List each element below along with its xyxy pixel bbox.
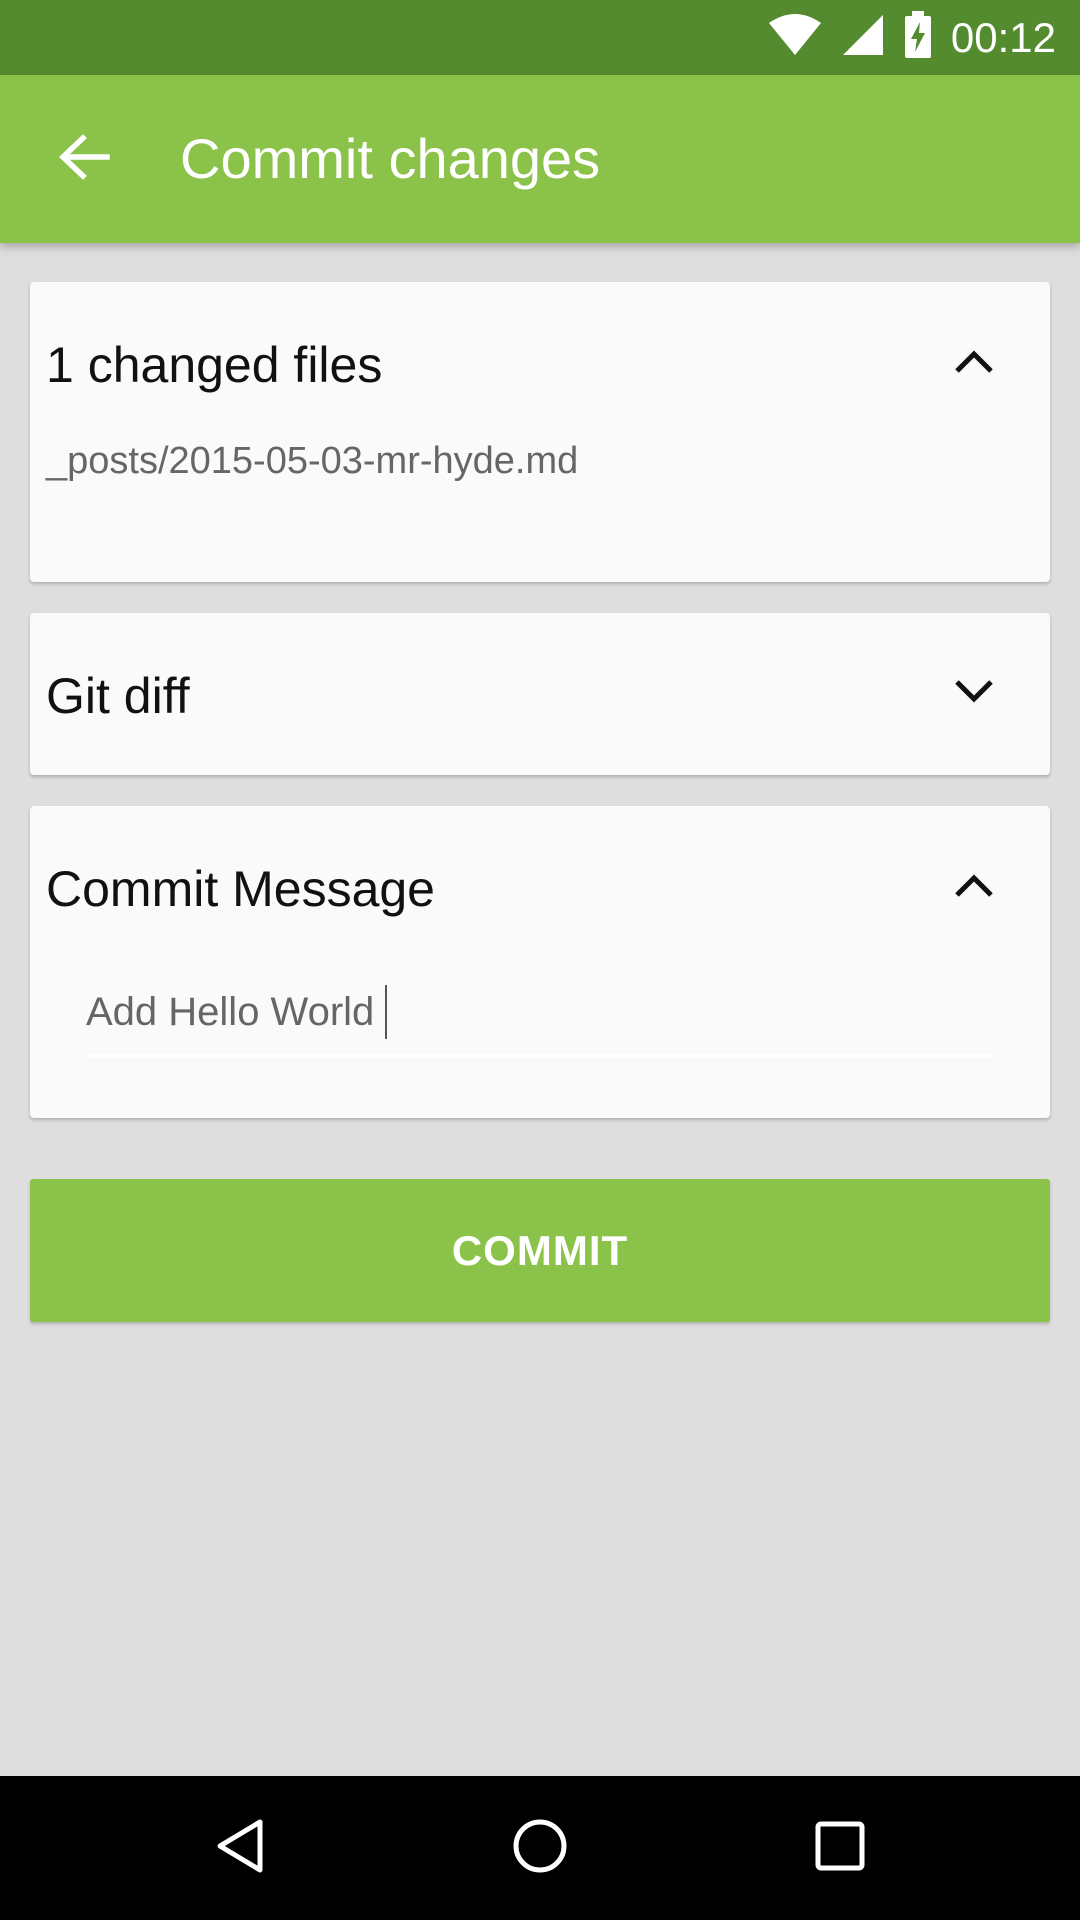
chevron-up-icon — [953, 347, 995, 380]
changed-files-toggle[interactable] — [938, 327, 1010, 399]
nav-recents-button[interactable] — [790, 1798, 890, 1898]
changed-files-card — [30, 282, 1050, 582]
changed-file-item[interactable]: _posts/2015-05-03-mr-hyde.md — [46, 440, 578, 483]
navigation-bar — [0, 1776, 1080, 1920]
git-diff-toggle[interactable] — [938, 658, 1010, 730]
wifi-icon — [767, 13, 823, 62]
changed-files-title: 1 changed files — [46, 337, 383, 393]
git-diff-title: Git diff — [46, 668, 190, 724]
nav-home-button[interactable] — [490, 1798, 590, 1898]
status-time: 00:12 — [950, 13, 1056, 61]
page-title: Commit changes — [180, 127, 601, 190]
back-button[interactable] — [42, 117, 126, 201]
arrow-back-icon — [57, 130, 111, 189]
signal-icon — [841, 13, 885, 62]
commit-message-title: Commit Message — [46, 861, 435, 917]
app-bar: Commit changes — [0, 75, 1080, 243]
status-bar: 00:12 — [0, 0, 1080, 75]
back-triangle-icon — [210, 1816, 270, 1881]
battery-charging-icon — [903, 11, 933, 64]
home-circle-icon — [510, 1816, 570, 1881]
commit-message-card — [30, 806, 1050, 1118]
commit-message-toggle[interactable] — [938, 851, 1010, 923]
text-cursor — [385, 985, 387, 1039]
commit-button[interactable]: COMMIT — [30, 1179, 1050, 1322]
chevron-down-icon — [953, 678, 995, 711]
recents-square-icon — [810, 1816, 870, 1881]
chevron-up-icon — [953, 871, 995, 904]
commit-message-input[interactable] — [86, 976, 992, 1057]
status-icons: 00:12 — [767, 0, 1056, 75]
nav-back-button[interactable] — [190, 1798, 290, 1898]
